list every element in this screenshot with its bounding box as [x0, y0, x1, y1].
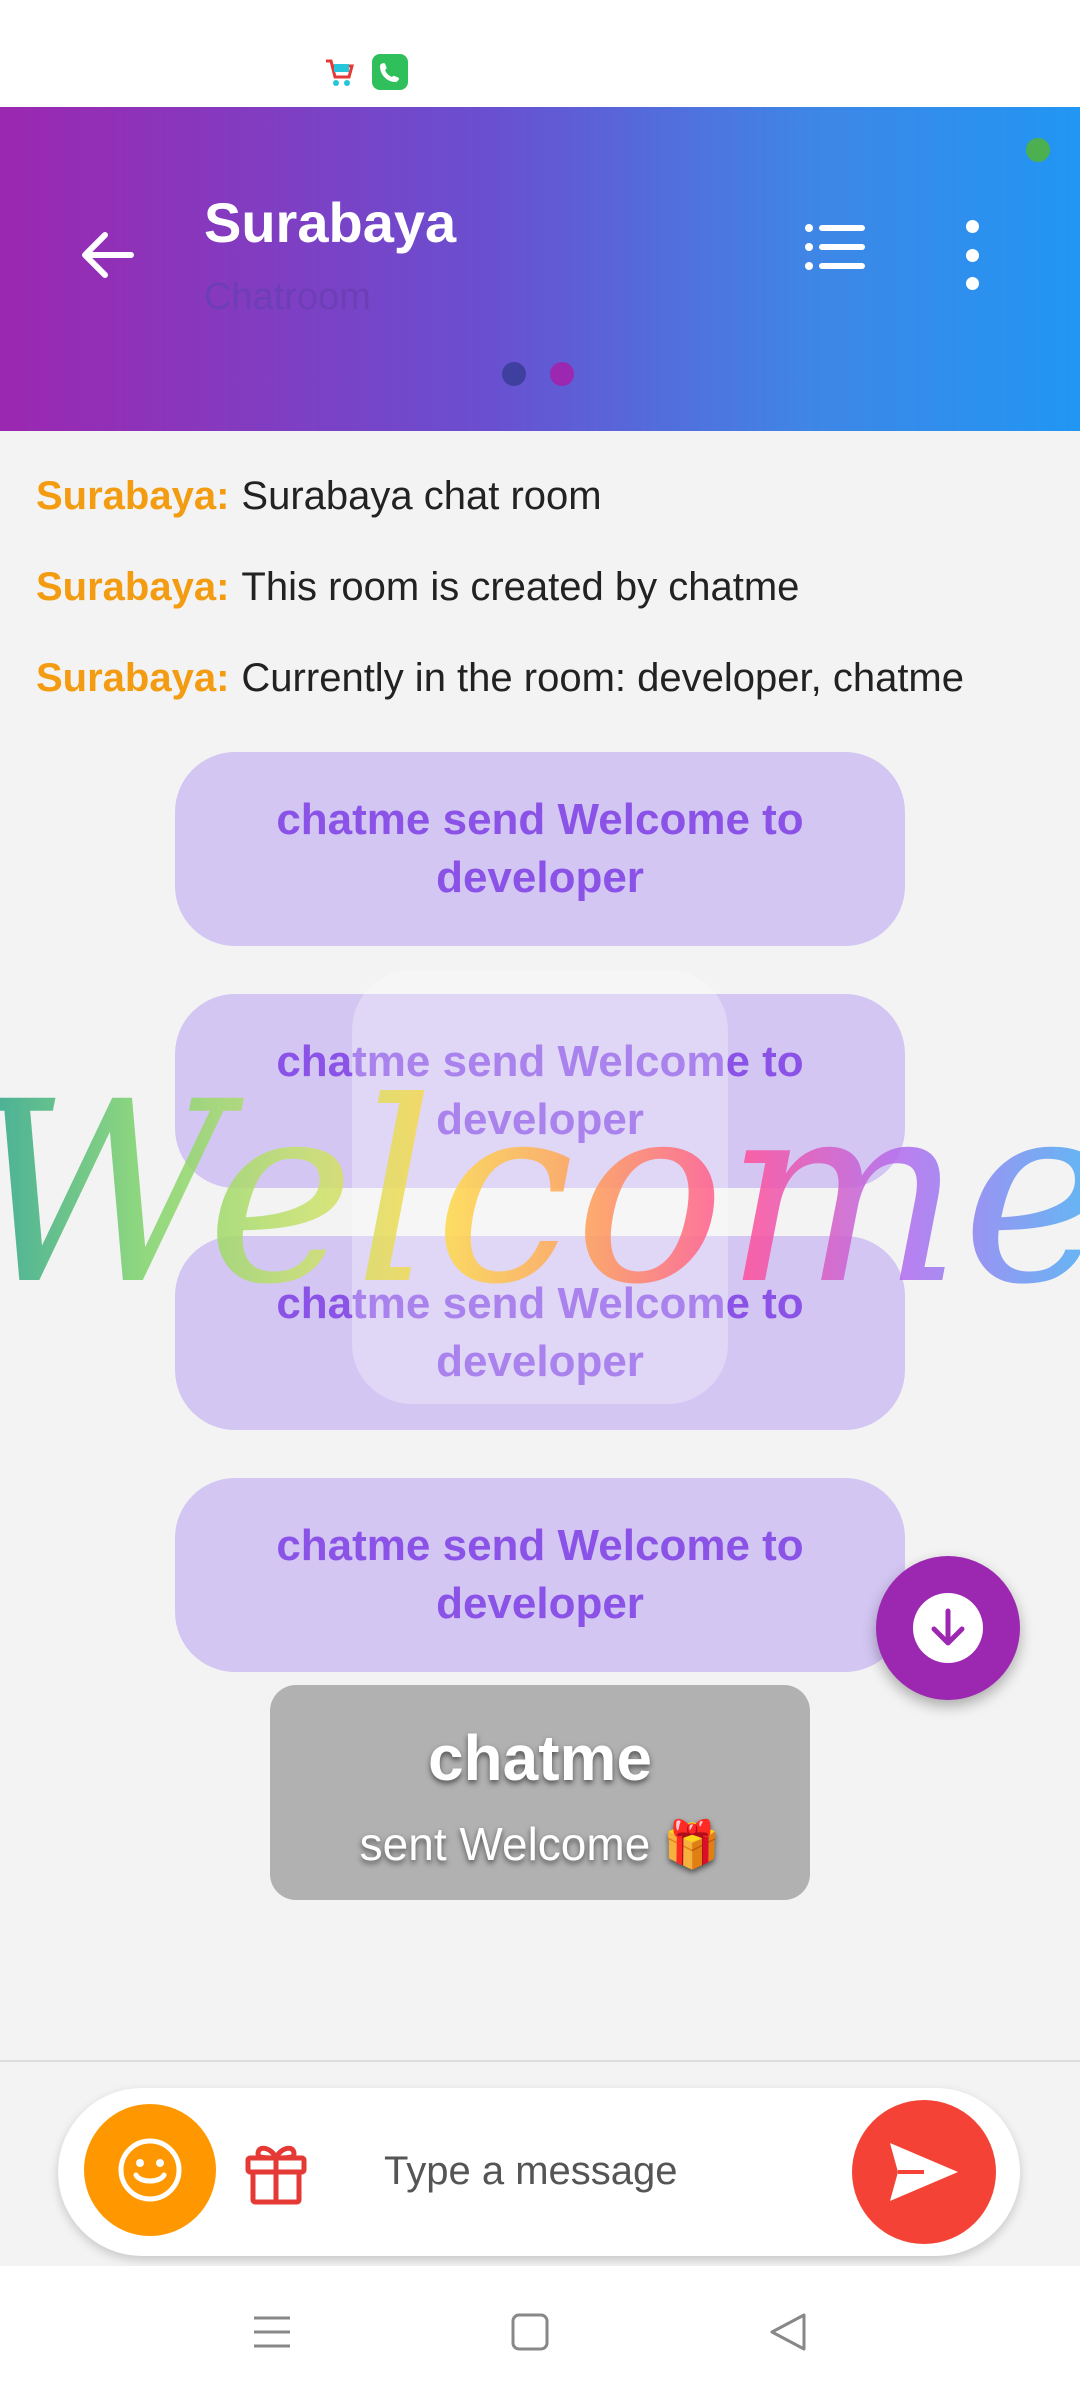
gift-icon [245, 2145, 307, 2205]
smiley-icon [118, 2138, 182, 2202]
more-vertical-icon [965, 220, 979, 233]
scroll-to-bottom-button[interactable] [876, 1556, 1020, 1700]
send-button[interactable] [852, 2100, 996, 2244]
list-icon [805, 224, 865, 270]
page-dot[interactable] [502, 362, 526, 386]
gift-button[interactable] [244, 2138, 308, 2206]
back-button[interactable] [72, 220, 142, 290]
arrow-down-icon [931, 1608, 965, 1646]
gift-sender: chatme [427, 1722, 653, 1794]
online-status-dot [1026, 138, 1050, 162]
triangle-back-icon [770, 2313, 806, 2351]
shopping-cart-icon [322, 54, 358, 90]
welcome-word: Welcome [0, 1048, 1080, 1339]
welcome-gift-animation: Welcome [0, 1048, 1080, 1339]
message-text: Surabaya chat room [241, 474, 602, 518]
gift-description: sent Welcome 🎁 [359, 1818, 721, 1870]
message-text: Currently in the room: developer, chatme [241, 656, 964, 700]
divider [0, 2060, 1080, 2062]
page-subtitle: Chatroom [204, 276, 371, 318]
page-title: Surabaya [204, 191, 457, 254]
message-text: This room is created by chatme [241, 565, 800, 609]
menu-icon [254, 2316, 290, 2348]
gift-notification-toast: chatme sent Welcome 🎁 [270, 1685, 810, 1900]
emoji-button[interactable] [84, 2104, 216, 2236]
square-icon [511, 2313, 549, 2351]
status-bar [0, 0, 1080, 107]
arrow-left-icon [82, 232, 134, 278]
system-message: Surabaya: Surabaya chat room [36, 474, 602, 519]
page-dot[interactable] [550, 362, 574, 386]
system-navigation-bar [0, 2266, 1080, 2400]
send-icon [890, 2143, 958, 2201]
page-indicator [502, 362, 574, 386]
participants-list-button[interactable] [804, 222, 874, 282]
recent-apps-button[interactable] [242, 2302, 302, 2362]
gift-message-bubble: chatme send Welcome to developer [175, 752, 905, 946]
gift-message-bubble: chatme send Welcome to developer [175, 1478, 905, 1672]
sender-name[interactable]: Surabaya: [36, 474, 229, 518]
message-input[interactable] [384, 2136, 824, 2206]
system-message: Surabaya: This room is created by chatme [36, 565, 799, 610]
system-message: Surabaya: Currently in the room: develope… [36, 656, 964, 701]
more-options-button[interactable] [944, 220, 1000, 290]
home-button[interactable] [500, 2302, 560, 2362]
sender-name[interactable]: Surabaya: [36, 565, 229, 609]
system-back-button[interactable] [758, 2302, 818, 2362]
sender-name[interactable]: Surabaya: [36, 656, 229, 700]
phone-icon [372, 54, 408, 90]
